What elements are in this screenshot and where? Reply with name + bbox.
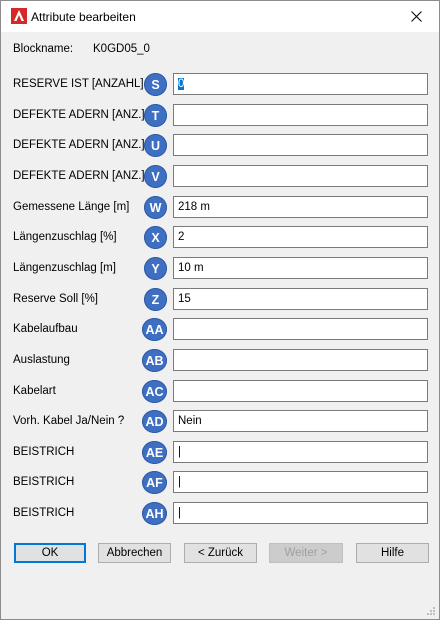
attribute-row: Längenzuschlag [m] Y 10 m (1, 257, 439, 281)
attribute-row: Längenzuschlag [%] X 2 (1, 226, 439, 250)
attribute-label: Vorh. Kabel Ja/Nein ? (13, 415, 125, 427)
attribute-column-badge: S (144, 73, 167, 96)
attribute-value-field[interactable] (173, 318, 428, 340)
attribute-label: Gemessene Länge [m] (13, 201, 130, 213)
selected-text: 0 (178, 78, 185, 90)
ok-button[interactable]: OK (14, 543, 86, 563)
attribute-value-field[interactable]: | (173, 502, 428, 524)
attribute-column-badge: AE (142, 441, 167, 464)
attribute-value-field[interactable] (173, 165, 428, 187)
attribute-row: BEISTRICH AF | (1, 471, 439, 495)
title-bar[interactable]: Attribute bearbeiten (1, 1, 439, 32)
close-icon (410, 11, 422, 22)
next-button-label: Weiter > (284, 547, 328, 559)
attribute-value-field[interactable]: 218 m (173, 196, 428, 218)
attribute-label: BEISTRICH (13, 507, 75, 519)
attribute-row: BEISTRICH AH | (1, 502, 439, 526)
help-button[interactable]: Hilfe (356, 543, 429, 563)
attribute-value-field[interactable]: Nein (173, 410, 428, 432)
attribute-value-field[interactable] (173, 104, 428, 126)
next-button: Weiter > (269, 543, 343, 563)
attribute-column-badge: V (144, 165, 167, 188)
attribute-row: Kabelart AC (1, 380, 439, 404)
attribute-column-badge: AF (142, 471, 167, 494)
attribute-row: Gemessene Länge [m] W 218 m (1, 196, 439, 220)
attribute-label: RESERVE IST [ANZAHL] (13, 78, 144, 90)
attribute-value-field[interactable] (173, 380, 428, 402)
attribute-column-badge: U (144, 134, 167, 157)
attribute-row: DEFEKTE ADERN [ANZ.] V (1, 165, 439, 189)
attribute-value-field[interactable]: 15 (173, 288, 428, 310)
attribute-label: DEFEKTE ADERN [ANZ.] (13, 170, 145, 182)
attribute-row: RESERVE IST [ANZAHL] S 0 (1, 73, 439, 97)
attribute-column-badge: AH (142, 502, 167, 525)
attribute-column-badge: AD (142, 410, 167, 433)
attribute-row: Reserve Soll [%] Z 15 (1, 288, 439, 312)
attribute-label: DEFEKTE ADERN [ANZ.] (13, 109, 145, 121)
attribute-value-field[interactable]: 10 m (173, 257, 428, 279)
attribute-row: Kabelaufbau AA (1, 318, 439, 342)
attribute-label: DEFEKTE ADERN [ANZ.] (13, 139, 145, 151)
attribute-row: DEFEKTE ADERN [ANZ.] U (1, 134, 439, 158)
attribute-label: Kabelart (13, 385, 56, 397)
attribute-value-field[interactable]: | (173, 441, 428, 463)
back-button-label: < Zurück (197, 547, 244, 559)
attribute-label: BEISTRICH (13, 476, 75, 488)
attribute-column-badge: W (144, 196, 167, 219)
blockname-label: Blockname: (13, 43, 74, 55)
attribute-row: Vorh. Kabel Ja/Nein ? AD Nein (1, 410, 439, 434)
attribute-row: BEISTRICH AE | (1, 441, 439, 465)
attribute-label: Auslastung (13, 354, 70, 366)
attribute-column-badge: Z (144, 288, 167, 311)
attribute-column-badge: Y (144, 257, 167, 280)
attribute-column-badge: X (144, 226, 167, 249)
attribute-row: DEFEKTE ADERN [ANZ.] T (1, 104, 439, 128)
attribute-value-field[interactable] (173, 349, 428, 371)
attribute-label: Kabelaufbau (13, 323, 78, 335)
resize-grip-icon[interactable] (426, 606, 436, 616)
autocad-icon (11, 8, 27, 24)
attribute-value-field[interactable]: 0 (173, 73, 428, 95)
dialog-window: Attribute bearbeiten Blockname: K0GD05_0… (0, 0, 440, 620)
attribute-value-field[interactable]: | (173, 471, 428, 493)
cancel-button[interactable]: Abbrechen (98, 543, 171, 563)
help-button-label: Hilfe (380, 547, 404, 559)
close-button[interactable] (393, 1, 439, 32)
blockname-value: K0GD05_0 (93, 43, 150, 55)
attribute-value-field[interactable]: 2 (173, 226, 428, 248)
attribute-label: Reserve Soll [%] (13, 293, 99, 305)
attribute-label: Längenzuschlag [%] (13, 231, 117, 243)
attribute-column-badge: AB (142, 349, 167, 372)
attribute-row: Auslastung AB (1, 349, 439, 373)
attribute-label: Längenzuschlag [m] (13, 262, 116, 274)
attribute-label: BEISTRICH (13, 446, 75, 458)
attribute-column-badge: AC (142, 380, 167, 403)
attribute-column-badge: T (144, 104, 167, 127)
window-title: Attribute bearbeiten (31, 10, 136, 24)
attribute-column-badge: AA (142, 318, 167, 341)
attribute-value-field[interactable] (173, 134, 428, 156)
back-button[interactable]: < Zurück (184, 543, 257, 563)
